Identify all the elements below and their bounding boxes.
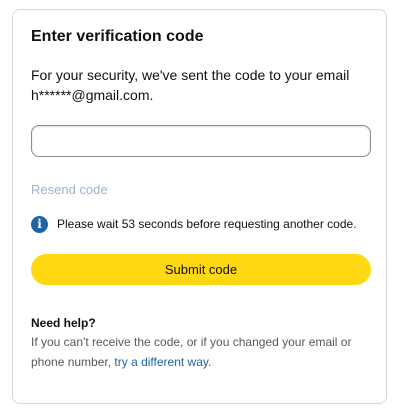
description-line: For your security, we've sent the code t… [31,67,350,83]
help-text: If you can't receive the code, or if you… [31,332,376,372]
wait-notice-text: Please wait 53 seconds before requesting… [57,217,357,231]
info-icon: i [31,215,48,233]
submit-code-button[interactable]: Submit code [31,254,371,285]
wait-notice: i Please wait 53 seconds before requesti… [31,214,376,234]
masked-email: h******@gmail.com. [31,87,154,103]
help-heading: Need help? [31,316,96,330]
page-title: Enter verification code [31,28,204,45]
verification-code-input[interactable] [31,125,371,157]
verification-card: Enter verification code For your securit… [12,9,387,404]
help-text-end: . [208,355,212,369]
try-different-way-link[interactable]: try a different way [114,355,208,369]
verification-description: For your security, we've sent the code t… [31,65,371,105]
resend-code-link[interactable]: Resend code [31,181,108,199]
